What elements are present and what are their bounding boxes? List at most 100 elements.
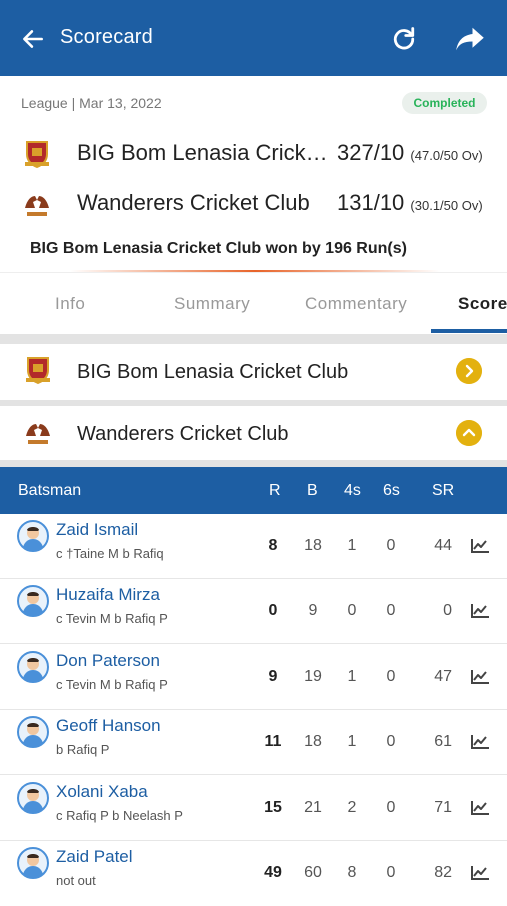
player-avatar-icon xyxy=(17,650,49,683)
section-separator xyxy=(0,460,507,467)
header-strike-rate: SR xyxy=(432,482,455,499)
chart-icon[interactable] xyxy=(470,734,490,750)
player-name-link[interactable]: Zaid Patel xyxy=(56,847,133,867)
match-result: BIG Bom Lenasia Cricket Club won by 196 … xyxy=(30,240,407,257)
dismissal-text: c †Taine M b Rafiq xyxy=(56,546,164,561)
dismissal-text: not out xyxy=(56,873,96,888)
balls-value: 9 xyxy=(308,602,318,620)
team-overs: (47.0/50 Ov) xyxy=(410,148,483,163)
tab-info[interactable]: Info xyxy=(55,294,85,314)
tab-commentary[interactable]: Commentary xyxy=(305,294,407,314)
table-row: Don Paterson c Tevin M b Rafiq P 9 19 1 … xyxy=(0,645,507,710)
strike-rate-value: 0 xyxy=(443,602,452,620)
sixes-value: 0 xyxy=(386,537,396,554)
strike-rate-value: 44 xyxy=(434,537,452,554)
chart-icon[interactable] xyxy=(470,603,490,619)
section-separator xyxy=(0,334,507,344)
balls-value: 19 xyxy=(304,667,322,685)
match-meta: League | Mar 13, 2022 xyxy=(21,95,162,111)
fours-value: 8 xyxy=(347,864,357,881)
sixes-value: 0 xyxy=(386,602,396,620)
chart-icon[interactable] xyxy=(470,669,490,685)
team-panel-name: BIG Bom Lenasia Cricket Club xyxy=(77,361,349,383)
team-overs: (30.1/50 Ov) xyxy=(410,198,483,213)
refresh-icon[interactable] xyxy=(390,24,418,54)
chart-icon[interactable] xyxy=(470,800,490,816)
header-runs: R xyxy=(269,482,281,499)
player-name-link[interactable]: Huzaifa Mirza xyxy=(56,585,160,605)
team-score-value: 327/10 xyxy=(337,140,405,165)
player-avatar-icon xyxy=(17,847,49,879)
balls-value: 18 xyxy=(304,537,322,554)
player-avatar-icon xyxy=(17,781,49,814)
active-tab-indicator xyxy=(431,329,507,333)
strike-rate-value: 61 xyxy=(434,733,452,751)
team-name: Wanderers Cricket Club xyxy=(77,190,310,215)
strike-rate-value: 82 xyxy=(434,864,452,881)
team-score: 327/10 (47.0/50 Ov) xyxy=(337,140,483,166)
table-row: Geoff Hanson b Rafiq P 11 18 1 0 61 xyxy=(0,710,507,776)
player-name-link[interactable]: Xolani Xaba xyxy=(56,782,148,802)
player-avatar-icon xyxy=(17,716,49,749)
dismissal-text: c Tevin M b Rafiq P xyxy=(56,611,168,627)
sixes-value: 0 xyxy=(386,864,396,881)
sixes-value: 0 xyxy=(386,798,396,816)
tab-summary[interactable]: Summary xyxy=(174,294,250,314)
header-fours: 4s xyxy=(344,482,361,499)
sixes-value: 0 xyxy=(386,733,396,751)
team-score: 131/10 (30.1/50 Ov) xyxy=(337,190,483,216)
player-name-link[interactable]: Don Paterson xyxy=(56,651,160,671)
team-score-value: 131/10 xyxy=(337,190,405,215)
balls-value: 18 xyxy=(304,733,322,751)
runs-value: 49 xyxy=(264,864,282,881)
table-row: Zaid Ismail c †Taine M b Rafiq 8 18 1 0 … xyxy=(0,514,507,579)
fours-value: 0 xyxy=(347,602,357,620)
team-logo-horses xyxy=(26,424,50,444)
status-badge: Completed xyxy=(402,92,487,114)
share-icon[interactable] xyxy=(455,26,485,52)
team-panel-collapsed[interactable]: BIG Bom Lenasia Cricket Club xyxy=(0,344,507,400)
fours-value: 1 xyxy=(347,733,357,751)
runs-value: 8 xyxy=(268,537,278,554)
player-avatar-icon xyxy=(17,520,49,552)
dismissal-text: c Rafiq P b Neelash P xyxy=(56,807,183,823)
runs-value: 9 xyxy=(268,667,278,685)
player-name-link[interactable]: Zaid Ismail xyxy=(56,520,138,540)
chart-icon[interactable] xyxy=(470,865,490,881)
chevron-up-icon[interactable] xyxy=(456,420,482,446)
batting-table-header: Batsman R B 4s 6s SR xyxy=(0,467,507,514)
team-score-row: Wanderers Cricket Club 131/10 (30.1/50 O… xyxy=(0,185,507,225)
table-row: Xolani Xaba c Rafiq P b Neelash P 15 21 … xyxy=(0,776,507,841)
runs-value: 11 xyxy=(264,733,282,751)
tab-score[interactable]: Score xyxy=(458,294,507,314)
page-title: Scorecard xyxy=(60,26,153,48)
team-logo-horses xyxy=(25,196,49,216)
team-logo-crest xyxy=(26,357,50,385)
table-row: Zaid Patel not out 49 60 8 0 82 xyxy=(0,841,507,906)
sixes-value: 0 xyxy=(386,667,396,685)
dismissal-text: b Rafiq P xyxy=(56,742,110,758)
team-panel-expanded[interactable]: Wanderers Cricket Club xyxy=(0,406,507,462)
chevron-right-icon[interactable] xyxy=(456,358,482,384)
player-name-link[interactable]: Geoff Hanson xyxy=(56,716,161,736)
player-avatar-icon xyxy=(17,585,49,618)
strike-rate-value: 47 xyxy=(434,667,452,685)
balls-value: 21 xyxy=(304,798,322,816)
team-score-row: BIG Bom Lenasia Cricket … 327/10 (47.0/5… xyxy=(0,135,507,175)
header-batsman: Batsman xyxy=(18,482,82,499)
balls-value: 60 xyxy=(304,864,322,881)
fours-value: 1 xyxy=(347,667,357,685)
back-arrow-icon[interactable] xyxy=(20,26,46,52)
app-bar: Scorecard xyxy=(0,0,507,76)
team-name: BIG Bom Lenasia Cricket … xyxy=(77,140,332,165)
chart-icon[interactable] xyxy=(470,538,490,554)
header-balls: B xyxy=(307,482,318,499)
tab-bar: Info Summary Commentary Score xyxy=(0,272,507,334)
table-row: Huzaifa Mirza c Tevin M b Rafiq P 0 9 0 … xyxy=(0,579,507,645)
dismissal-text: c Tevin M b Rafiq P xyxy=(56,676,168,692)
runs-value: 0 xyxy=(268,602,278,620)
fours-value: 1 xyxy=(347,537,357,554)
header-sixes: 6s xyxy=(383,482,400,499)
team-panel-name: Wanderers Cricket Club xyxy=(77,423,289,445)
runs-value: 15 xyxy=(264,798,282,816)
